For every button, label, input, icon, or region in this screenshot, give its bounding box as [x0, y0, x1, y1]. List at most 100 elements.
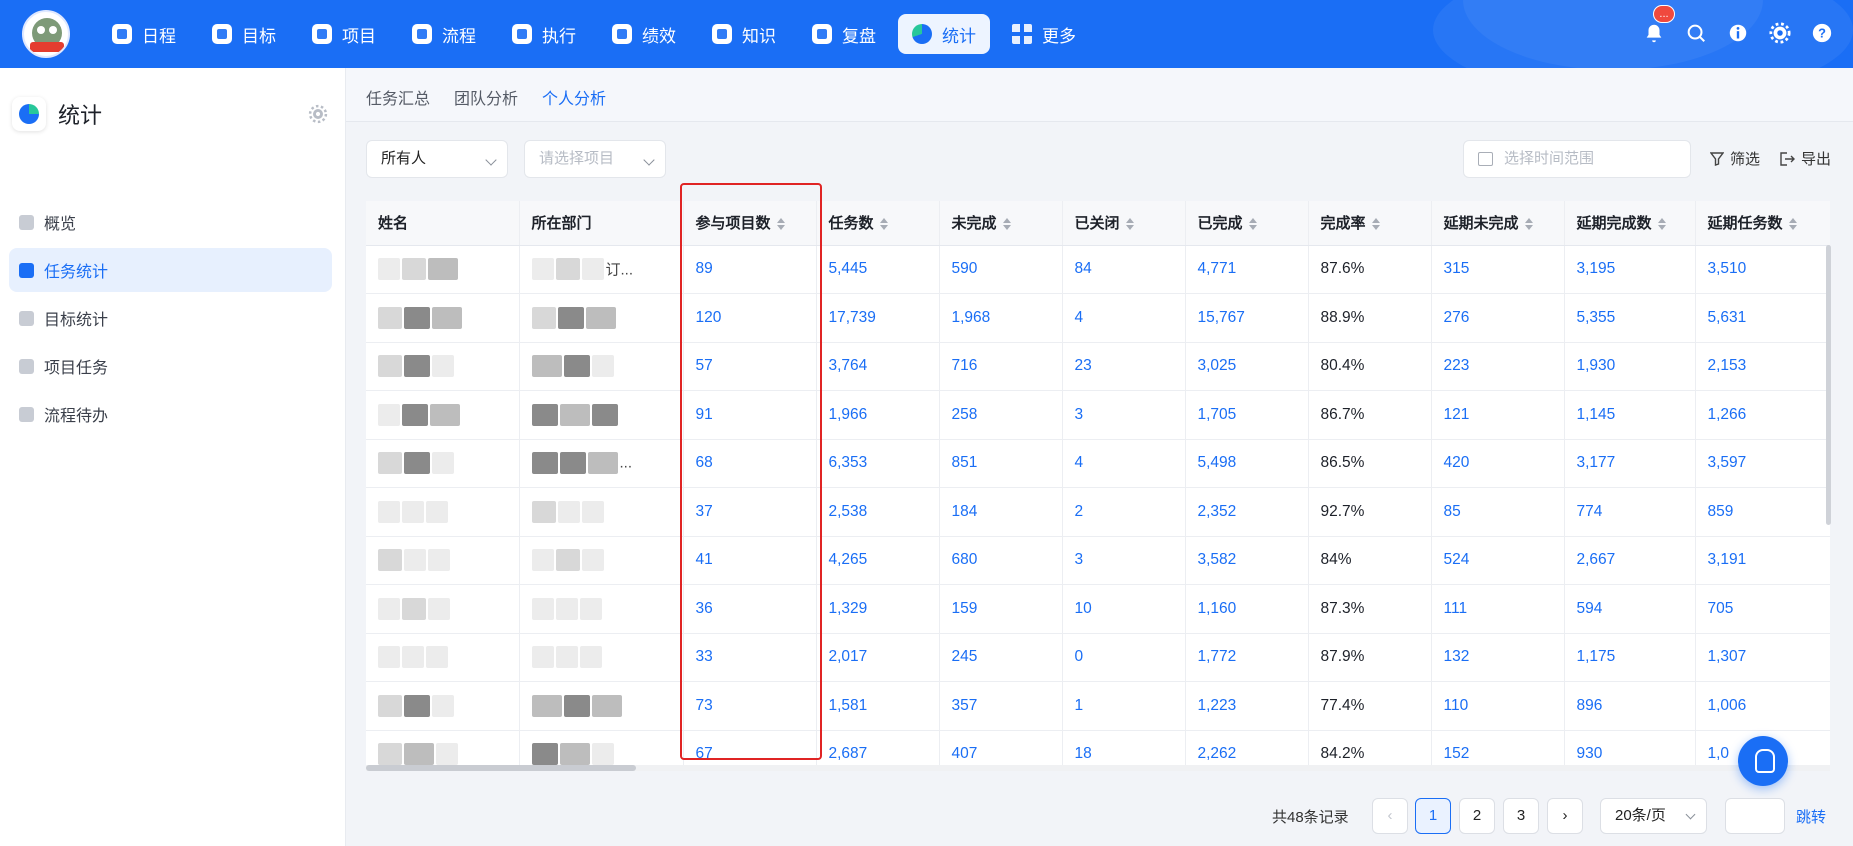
- column-header[interactable]: 任务数: [816, 201, 940, 246]
- cell-projects[interactable]: 57: [683, 342, 817, 391]
- cell-delay-done[interactable]: 5,355: [1564, 293, 1696, 343]
- cell-tasks[interactable]: 2,017: [816, 633, 940, 682]
- sort-icon[interactable]: [1524, 218, 1533, 231]
- page-button-2[interactable]: 2: [1459, 798, 1495, 834]
- cell-done[interactable]: 1,772: [1185, 633, 1309, 682]
- cell-delay-tasks[interactable]: 3,510: [1695, 245, 1830, 294]
- column-header[interactable]: 未完成: [939, 201, 1063, 246]
- cell-done[interactable]: 2,262: [1185, 730, 1309, 769]
- sidebar-item-4[interactable]: 流程待办: [9, 392, 332, 436]
- jump-page-input[interactable]: [1725, 798, 1785, 834]
- cell-delay-tasks[interactable]: 3,597: [1695, 439, 1830, 488]
- avatar[interactable]: [22, 10, 70, 58]
- cell-closed[interactable]: 2: [1062, 487, 1186, 537]
- cell-tasks[interactable]: 3,764: [816, 342, 940, 391]
- cell-done[interactable]: 2,352: [1185, 487, 1309, 537]
- cell-delay-unfinished[interactable]: 524: [1431, 536, 1565, 585]
- sort-icon[interactable]: [776, 218, 785, 231]
- sort-icon[interactable]: [1002, 218, 1011, 231]
- cell-delay-done[interactable]: 896: [1564, 681, 1696, 731]
- export-button[interactable]: 导出: [1780, 148, 1831, 169]
- filter-button[interactable]: 筛选: [1710, 148, 1760, 169]
- nav-item-1[interactable]: 目标: [198, 14, 290, 54]
- help-icon[interactable]: ?: [1811, 22, 1833, 44]
- cell-delay-tasks[interactable]: 1,266: [1695, 390, 1830, 440]
- cell-done[interactable]: 3,582: [1185, 536, 1309, 585]
- sort-icon[interactable]: [1371, 218, 1380, 231]
- person-select[interactable]: 所有人: [366, 140, 508, 178]
- column-header[interactable]: 参与项目数: [683, 201, 817, 246]
- cell-delay-unfinished[interactable]: 152: [1431, 730, 1565, 769]
- cell-delay-done[interactable]: 930: [1564, 730, 1696, 769]
- cell-tasks[interactable]: 17,739: [816, 293, 940, 343]
- cell-projects[interactable]: 33: [683, 633, 817, 682]
- cell-delay-unfinished[interactable]: 315: [1431, 245, 1565, 294]
- cell-projects[interactable]: 120: [683, 293, 817, 343]
- bell-icon[interactable]: [1643, 22, 1665, 44]
- cell-unfinished[interactable]: 680: [939, 536, 1063, 585]
- cell-delay-done[interactable]: 1,930: [1564, 342, 1696, 391]
- cell-tasks[interactable]: 6,353: [816, 439, 940, 488]
- cell-closed[interactable]: 1: [1062, 681, 1186, 731]
- cell-done[interactable]: 1,160: [1185, 584, 1309, 634]
- cell-projects[interactable]: 68: [683, 439, 817, 488]
- page-button-3[interactable]: 3: [1503, 798, 1539, 834]
- cell-tasks[interactable]: 2,687: [816, 730, 940, 769]
- column-header[interactable]: 已完成: [1185, 201, 1309, 246]
- cell-closed[interactable]: 10: [1062, 584, 1186, 634]
- tab-team-analysis[interactable]: 团队分析: [454, 85, 518, 109]
- cell-closed[interactable]: 3: [1062, 536, 1186, 585]
- cell-delay-unfinished[interactable]: 132: [1431, 633, 1565, 682]
- column-header[interactable]: 完成率: [1308, 201, 1432, 246]
- sort-icon[interactable]: [879, 218, 888, 231]
- cell-delay-tasks[interactable]: 5,631: [1695, 293, 1830, 343]
- cell-unfinished[interactable]: 159: [939, 584, 1063, 634]
- cell-unfinished[interactable]: 258: [939, 390, 1063, 440]
- sidebar-item-1[interactable]: 任务统计: [9, 248, 332, 292]
- cell-tasks[interactable]: 1,966: [816, 390, 940, 440]
- cell-delay-unfinished[interactable]: 111: [1431, 584, 1565, 634]
- cell-delay-tasks[interactable]: 2,153: [1695, 342, 1830, 391]
- cell-delay-done[interactable]: 1,145: [1564, 390, 1696, 440]
- cell-unfinished[interactable]: 357: [939, 681, 1063, 731]
- cell-closed[interactable]: 84: [1062, 245, 1186, 294]
- info-icon[interactable]: [1727, 22, 1749, 44]
- nav-item-2[interactable]: 项目: [298, 14, 390, 54]
- project-select[interactable]: 请选择项目: [524, 140, 666, 178]
- cell-projects[interactable]: 36: [683, 584, 817, 634]
- nav-item-3[interactable]: 流程: [398, 14, 490, 54]
- cell-done[interactable]: 4,771: [1185, 245, 1309, 294]
- tab-task-summary[interactable]: 任务汇总: [366, 85, 430, 109]
- cell-closed[interactable]: 4: [1062, 293, 1186, 343]
- cell-closed[interactable]: 0: [1062, 633, 1186, 682]
- cell-delay-done[interactable]: 594: [1564, 584, 1696, 634]
- sidebar-item-2[interactable]: 目标统计: [9, 296, 332, 340]
- cell-done[interactable]: 3,025: [1185, 342, 1309, 391]
- sidebar-item-3[interactable]: 项目任务: [9, 344, 332, 388]
- cell-delay-unfinished[interactable]: 121: [1431, 390, 1565, 440]
- cell-unfinished[interactable]: 590: [939, 245, 1063, 294]
- cell-unfinished[interactable]: 851: [939, 439, 1063, 488]
- nav-item-8[interactable]: 统计: [898, 14, 990, 54]
- cell-delay-tasks[interactable]: 3,191: [1695, 536, 1830, 585]
- nav-item-9[interactable]: 更多: [998, 14, 1090, 54]
- next-page-button[interactable]: ›: [1547, 798, 1583, 834]
- cell-done[interactable]: 15,767: [1185, 293, 1309, 343]
- notification-badge[interactable]: ...: [1653, 5, 1675, 23]
- cell-done[interactable]: 1,705: [1185, 390, 1309, 440]
- cell-delay-done[interactable]: 2,667: [1564, 536, 1696, 585]
- cell-unfinished[interactable]: 716: [939, 342, 1063, 391]
- nav-item-4[interactable]: 执行: [498, 14, 590, 54]
- cell-tasks[interactable]: 5,445: [816, 245, 940, 294]
- sidebar-settings-icon[interactable]: [308, 104, 328, 124]
- assistant-fab-button[interactable]: [1738, 736, 1788, 786]
- cell-unfinished[interactable]: 184: [939, 487, 1063, 537]
- cell-projects[interactable]: 41: [683, 536, 817, 585]
- cell-tasks[interactable]: 4,265: [816, 536, 940, 585]
- horizontal-scrollbar[interactable]: [366, 765, 1830, 771]
- prev-page-button[interactable]: ‹: [1372, 798, 1408, 834]
- cell-delay-unfinished[interactable]: 223: [1431, 342, 1565, 391]
- nav-item-7[interactable]: 复盘: [798, 14, 890, 54]
- cell-projects[interactable]: 37: [683, 487, 817, 537]
- nav-item-5[interactable]: 绩效: [598, 14, 690, 54]
